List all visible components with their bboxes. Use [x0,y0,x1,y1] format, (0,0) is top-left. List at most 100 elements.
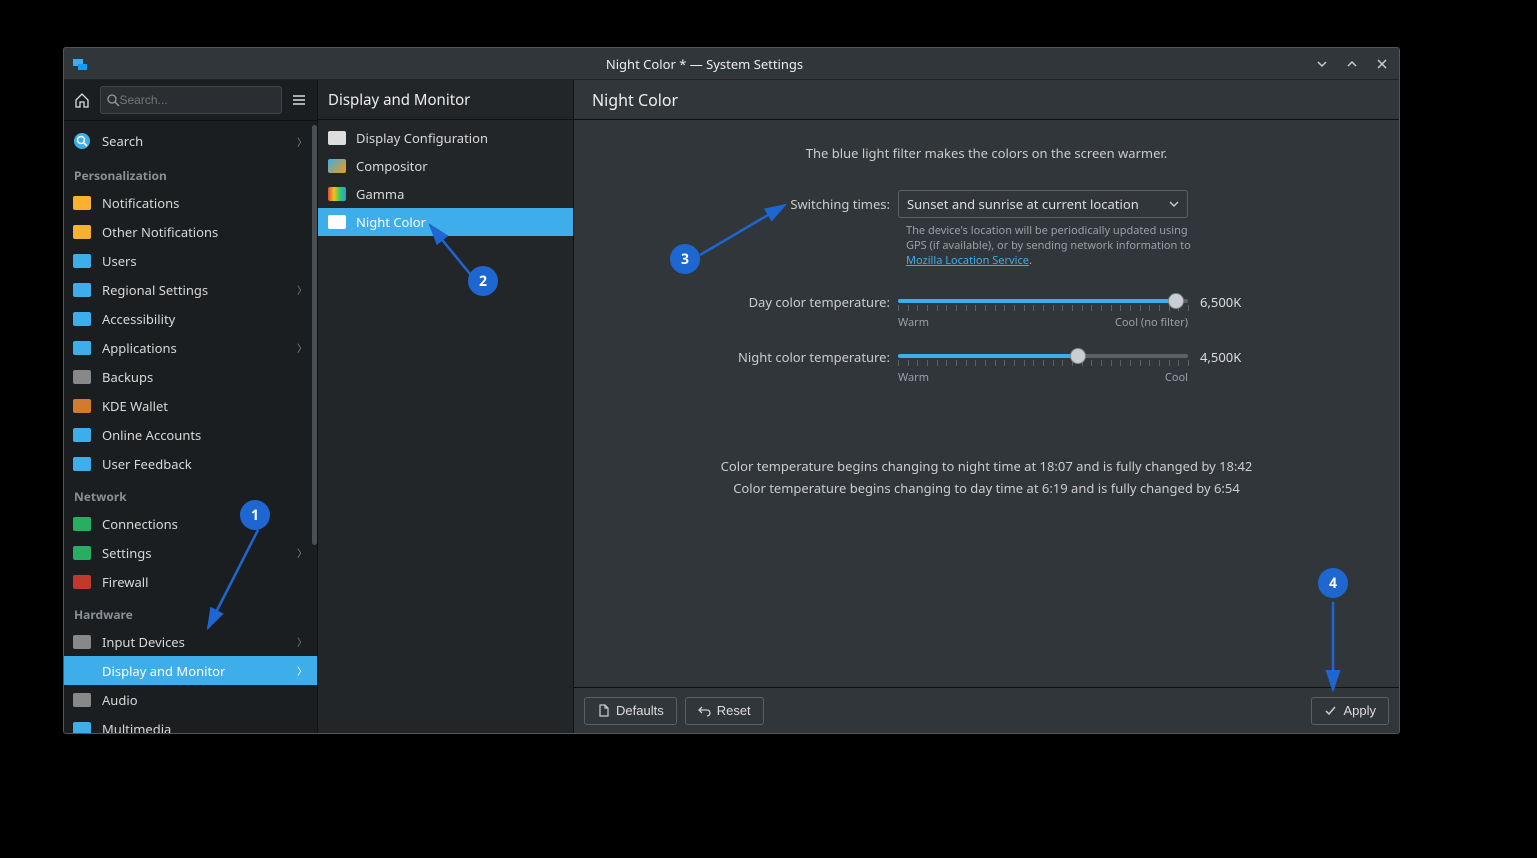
annotation-marker-1: 1 [240,500,270,530]
subcategory-panel: Display and Monitor Display Configuratio… [318,80,574,733]
settings-window: Night Color * — System Settings [63,47,1400,734]
day-temp-slider[interactable] [898,293,1188,309]
defaults-button[interactable]: Defaults [584,697,677,725]
check-icon [1324,704,1337,717]
sidebar-item-user-feedback[interactable]: User Feedback [64,449,317,478]
bell-icon [72,193,92,213]
switching-times-combo[interactable]: Sunset and sunrise at current location [898,190,1188,218]
sidebar-group-header: Network [64,478,317,509]
sidebar-item-label: Online Accounts [102,426,307,444]
app-icon [72,56,88,72]
sidebar-group-header: Personalization [64,157,317,188]
sidebar-item-multimedia[interactable]: Multimedia [64,714,317,733]
close-button[interactable] [1373,55,1391,73]
flag-icon [72,280,92,300]
sidebar-item-label: Input Devices [102,633,297,651]
compositor-icon [328,159,346,173]
sidebar-group-header: Hardware [64,596,317,627]
mozilla-location-link[interactable]: Mozilla Location Service [906,253,1029,268]
day-temp-value: 6,500K [1200,293,1241,311]
midcol-item-display-configuration[interactable]: Display Configuration [318,124,573,152]
annotation-marker-2: 2 [468,266,498,296]
sidebar-item-users[interactable]: Users [64,246,317,275]
annotation-marker-3: 3 [670,244,700,274]
sidebar-item-label: Backups [102,368,307,386]
sidebar-item-regional-settings[interactable]: Regional Settings〉 [64,275,317,304]
gamma-icon [328,187,346,201]
sidebar-item-accessibility[interactable]: Accessibility [64,304,317,333]
sidebar-item-connections[interactable]: Connections [64,509,317,538]
wallet-icon [72,396,92,416]
titlebar: Night Color * — System Settings [64,48,1399,80]
chevron-right-icon: 〉 [297,634,307,649]
sidebar-item-label: Audio [102,691,307,709]
schedule-line-2: Color temperature begins changing to day… [598,477,1375,499]
night-temp-label: Night color temperature: [598,348,898,366]
sidebar-item-input-devices[interactable]: Input Devices〉 [64,627,317,656]
location-hint: The device's location will be periodical… [906,224,1206,269]
intro-text: The blue light filter makes the colors o… [598,144,1375,162]
bell-icon [72,222,92,242]
sidebar-item-label: User Feedback [102,455,307,473]
undo-icon [698,704,711,717]
slider-warm-label: Warm [898,370,929,385]
reset-button[interactable]: Reset [685,697,764,725]
search-input[interactable] [120,93,275,107]
speaker-icon [72,690,92,710]
sidebar-item-firewall[interactable]: Firewall [64,567,317,596]
midcol-item-night-color[interactable]: Night Color [318,208,573,236]
day-temp-label: Day color temperature: [598,293,898,311]
sidebar-item-label: KDE Wallet [102,397,307,415]
midcol-item-compositor[interactable]: Compositor [318,152,573,180]
sidebar-item-audio[interactable]: Audio [64,685,317,714]
chevron-right-icon: 〉 [297,134,307,149]
accessibility-icon [72,309,92,329]
safe-icon [72,367,92,387]
minimize-button[interactable] [1313,55,1331,73]
apply-button[interactable]: Apply [1311,697,1389,725]
monitor-icon [328,215,346,229]
midcol-item-label: Compositor [356,157,428,175]
chat-icon [72,454,92,474]
footer: Defaults Reset Apply [574,687,1399,733]
schedule-line-1: Color temperature begins changing to nig… [598,455,1375,477]
midcol-item-label: Gamma [356,185,404,203]
home-button[interactable] [70,86,94,114]
midcol-item-gamma[interactable]: Gamma [318,180,573,208]
search-icon [72,131,92,151]
search-field[interactable] [100,86,282,114]
sidebar-item-label: Applications [102,339,297,357]
sidebar-item-label: Firewall [102,573,307,591]
slider-cool-label: Cool (no filter) [1115,315,1188,330]
annotation-marker-4: 4 [1318,568,1348,598]
slider-warm-label: Warm [898,315,929,330]
hamburger-button[interactable] [288,86,312,114]
sidebar-item-display-and-monitor[interactable]: Display and Monitor〉 [64,656,317,685]
sidebar-item-other-notifications[interactable]: Other Notifications [64,217,317,246]
user-icon [72,251,92,271]
sidebar-item-label: Users [102,252,307,270]
sidebar-item-backups[interactable]: Backups [64,362,317,391]
sidebar-item-kde-wallet[interactable]: KDE Wallet [64,391,317,420]
sidebar-item-online-accounts[interactable]: Online Accounts [64,420,317,449]
chevron-right-icon: 〉 [297,545,307,560]
sidebar-item-search[interactable]: Search 〉 [64,125,317,157]
slider-cool-label: Cool [1165,370,1188,385]
midcol-item-label: Night Color [356,213,426,231]
chevron-down-icon [1169,199,1179,209]
sidebar-item-label: Settings [102,544,297,562]
sidebar-item-applications[interactable]: Applications〉 [64,333,317,362]
globe-icon [72,543,92,563]
night-temp-slider[interactable] [898,348,1188,364]
maximize-button[interactable] [1343,55,1361,73]
main-panel: Night Color The blue light filter makes … [574,80,1399,733]
sidebar-item-notifications[interactable]: Notifications [64,188,317,217]
sidebar-scrollbar[interactable] [312,125,317,545]
sidebar-item-label: Search [102,132,297,150]
sidebar-item-label: Notifications [102,194,307,212]
night-temp-value: 4,500K [1200,348,1241,366]
monitor-icon [328,131,346,145]
switching-times-label: Switching times: [598,195,898,213]
sidebar-item-settings[interactable]: Settings〉 [64,538,317,567]
globe-icon [72,514,92,534]
